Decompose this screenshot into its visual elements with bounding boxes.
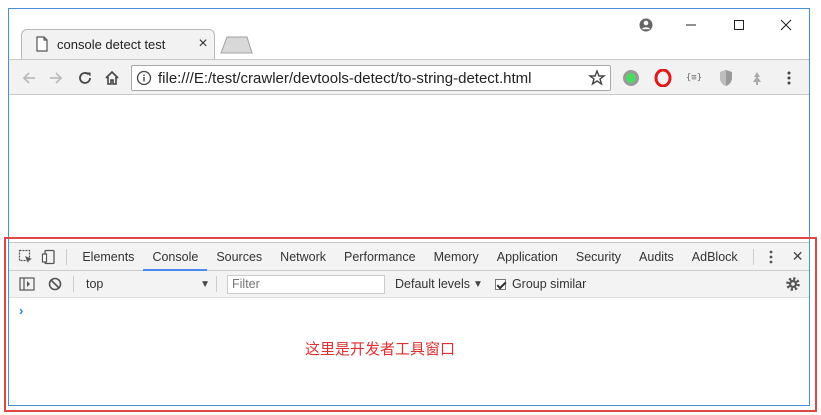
close-tab-icon[interactable]: ×	[193, 34, 213, 54]
devtools-tab-performance[interactable]: Performance	[335, 243, 425, 271]
clear-block-icon	[48, 277, 62, 291]
group-similar-label: Group similar	[511, 277, 587, 291]
devtools-annotation: 这里是开发者工具窗口	[305, 340, 456, 358]
show-sidebar-button[interactable]	[15, 272, 39, 296]
green-circle-extension-icon	[623, 70, 639, 86]
extension-shield[interactable]	[716, 68, 736, 88]
bookmark-star-icon[interactable]	[588, 69, 606, 87]
close-window-icon	[780, 19, 792, 31]
log-levels-dropdown[interactable]: Default levels ▼	[395, 277, 483, 291]
filter-input[interactable]	[227, 274, 385, 294]
devtools-tab-audits[interactable]: Audits	[630, 243, 683, 271]
devtools-panel: Elements Console Sources Network Perform…	[9, 242, 809, 405]
devtools-tab-elements[interactable]: Elements	[73, 243, 143, 271]
devtools-tab-application[interactable]: Application	[488, 243, 567, 271]
site-info-icon[interactable]	[136, 70, 152, 86]
browser-toolbar: file:///E:/test/crawler/devtools-detect/…	[9, 59, 809, 95]
address-bar[interactable]: file:///E:/test/crawler/devtools-detect/…	[131, 65, 611, 91]
close-devtools-icon[interactable]: ✕	[786, 245, 809, 269]
devtools-tab-security[interactable]: Security	[567, 243, 630, 271]
minimize-button[interactable]	[674, 13, 708, 37]
log-levels-label: Default levels	[395, 277, 471, 291]
devtools-tab-console[interactable]: Console	[143, 243, 208, 271]
red-o-extension-icon	[654, 69, 672, 87]
context-value: top	[86, 277, 104, 291]
forward-button[interactable]	[44, 66, 68, 90]
extension-tree[interactable]	[747, 68, 767, 88]
browser-menu-button[interactable]	[779, 68, 799, 88]
group-similar-toggle[interactable]: Group similar	[494, 277, 587, 291]
profile-button[interactable]	[629, 13, 663, 37]
browser-window: console detect test × file:///E:/test/cr…	[8, 8, 810, 406]
vertical-dots-icon	[787, 71, 791, 85]
console-toolbar: top ▼ Default levels ▼ Group similar	[9, 271, 809, 298]
tab-content: console detect test ×	[21, 29, 215, 59]
context-selector[interactable]: top ▼	[80, 277, 210, 291]
console-prompt-icon[interactable]: ›	[19, 303, 23, 318]
vertical-dots-icon	[769, 250, 773, 263]
minimize-icon	[686, 24, 696, 26]
extension-opera[interactable]	[653, 68, 673, 88]
extension-green[interactable]	[621, 68, 641, 88]
toolbar-divider	[73, 276, 74, 292]
url-text: file:///E:/test/crawler/devtools-detect/…	[158, 70, 532, 87]
close-window-button[interactable]	[769, 13, 803, 37]
gear-icon[interactable]	[785, 276, 801, 292]
sidebar-toggle-icon	[19, 277, 35, 291]
inspect-element-button[interactable]	[15, 245, 38, 269]
back-arrow-icon	[22, 72, 35, 84]
home-icon	[105, 70, 119, 85]
inspect-cursor-icon	[19, 249, 33, 263]
json-extension-icon[interactable]: {≡}	[684, 68, 704, 88]
device-mobile-icon	[41, 249, 55, 264]
new-tab-button[interactable]	[219, 36, 253, 54]
page-viewport	[9, 95, 809, 241]
reload-icon	[79, 72, 91, 84]
reload-button[interactable]	[73, 66, 97, 90]
devtools-tab-network[interactable]: Network	[271, 243, 335, 271]
devtools-menu-button[interactable]	[760, 245, 783, 269]
toolbar-divider	[66, 248, 68, 265]
group-similar-checkbox[interactable]	[494, 278, 506, 290]
clear-console-button[interactable]	[43, 272, 67, 296]
home-button[interactable]	[100, 66, 124, 90]
devtools-tab-sources[interactable]: Sources	[207, 243, 271, 271]
tree-extension-icon	[753, 72, 761, 85]
devtools-tab-bar: Elements Console Sources Network Perform…	[9, 243, 809, 271]
device-toolbar-button[interactable]	[38, 245, 61, 269]
dropdown-arrow-icon: ▼	[200, 278, 210, 290]
maximize-button[interactable]	[722, 13, 756, 37]
maximize-icon	[734, 20, 744, 30]
toolbar-divider	[752, 248, 754, 265]
title-bar: console detect test ×	[9, 9, 809, 59]
forward-arrow-icon	[50, 72, 63, 84]
devtools-tab-memory[interactable]: Memory	[425, 243, 488, 271]
shield-icon	[720, 70, 732, 86]
devtools-tab-adblock[interactable]: AdBlock	[683, 243, 747, 271]
tab-title: console detect test	[57, 36, 166, 52]
back-button[interactable]	[17, 66, 41, 90]
page-icon	[36, 36, 48, 52]
toolbar-divider	[216, 276, 217, 292]
user-profile-icon	[639, 18, 653, 32]
dropdown-arrow-icon: ▼	[473, 278, 483, 290]
